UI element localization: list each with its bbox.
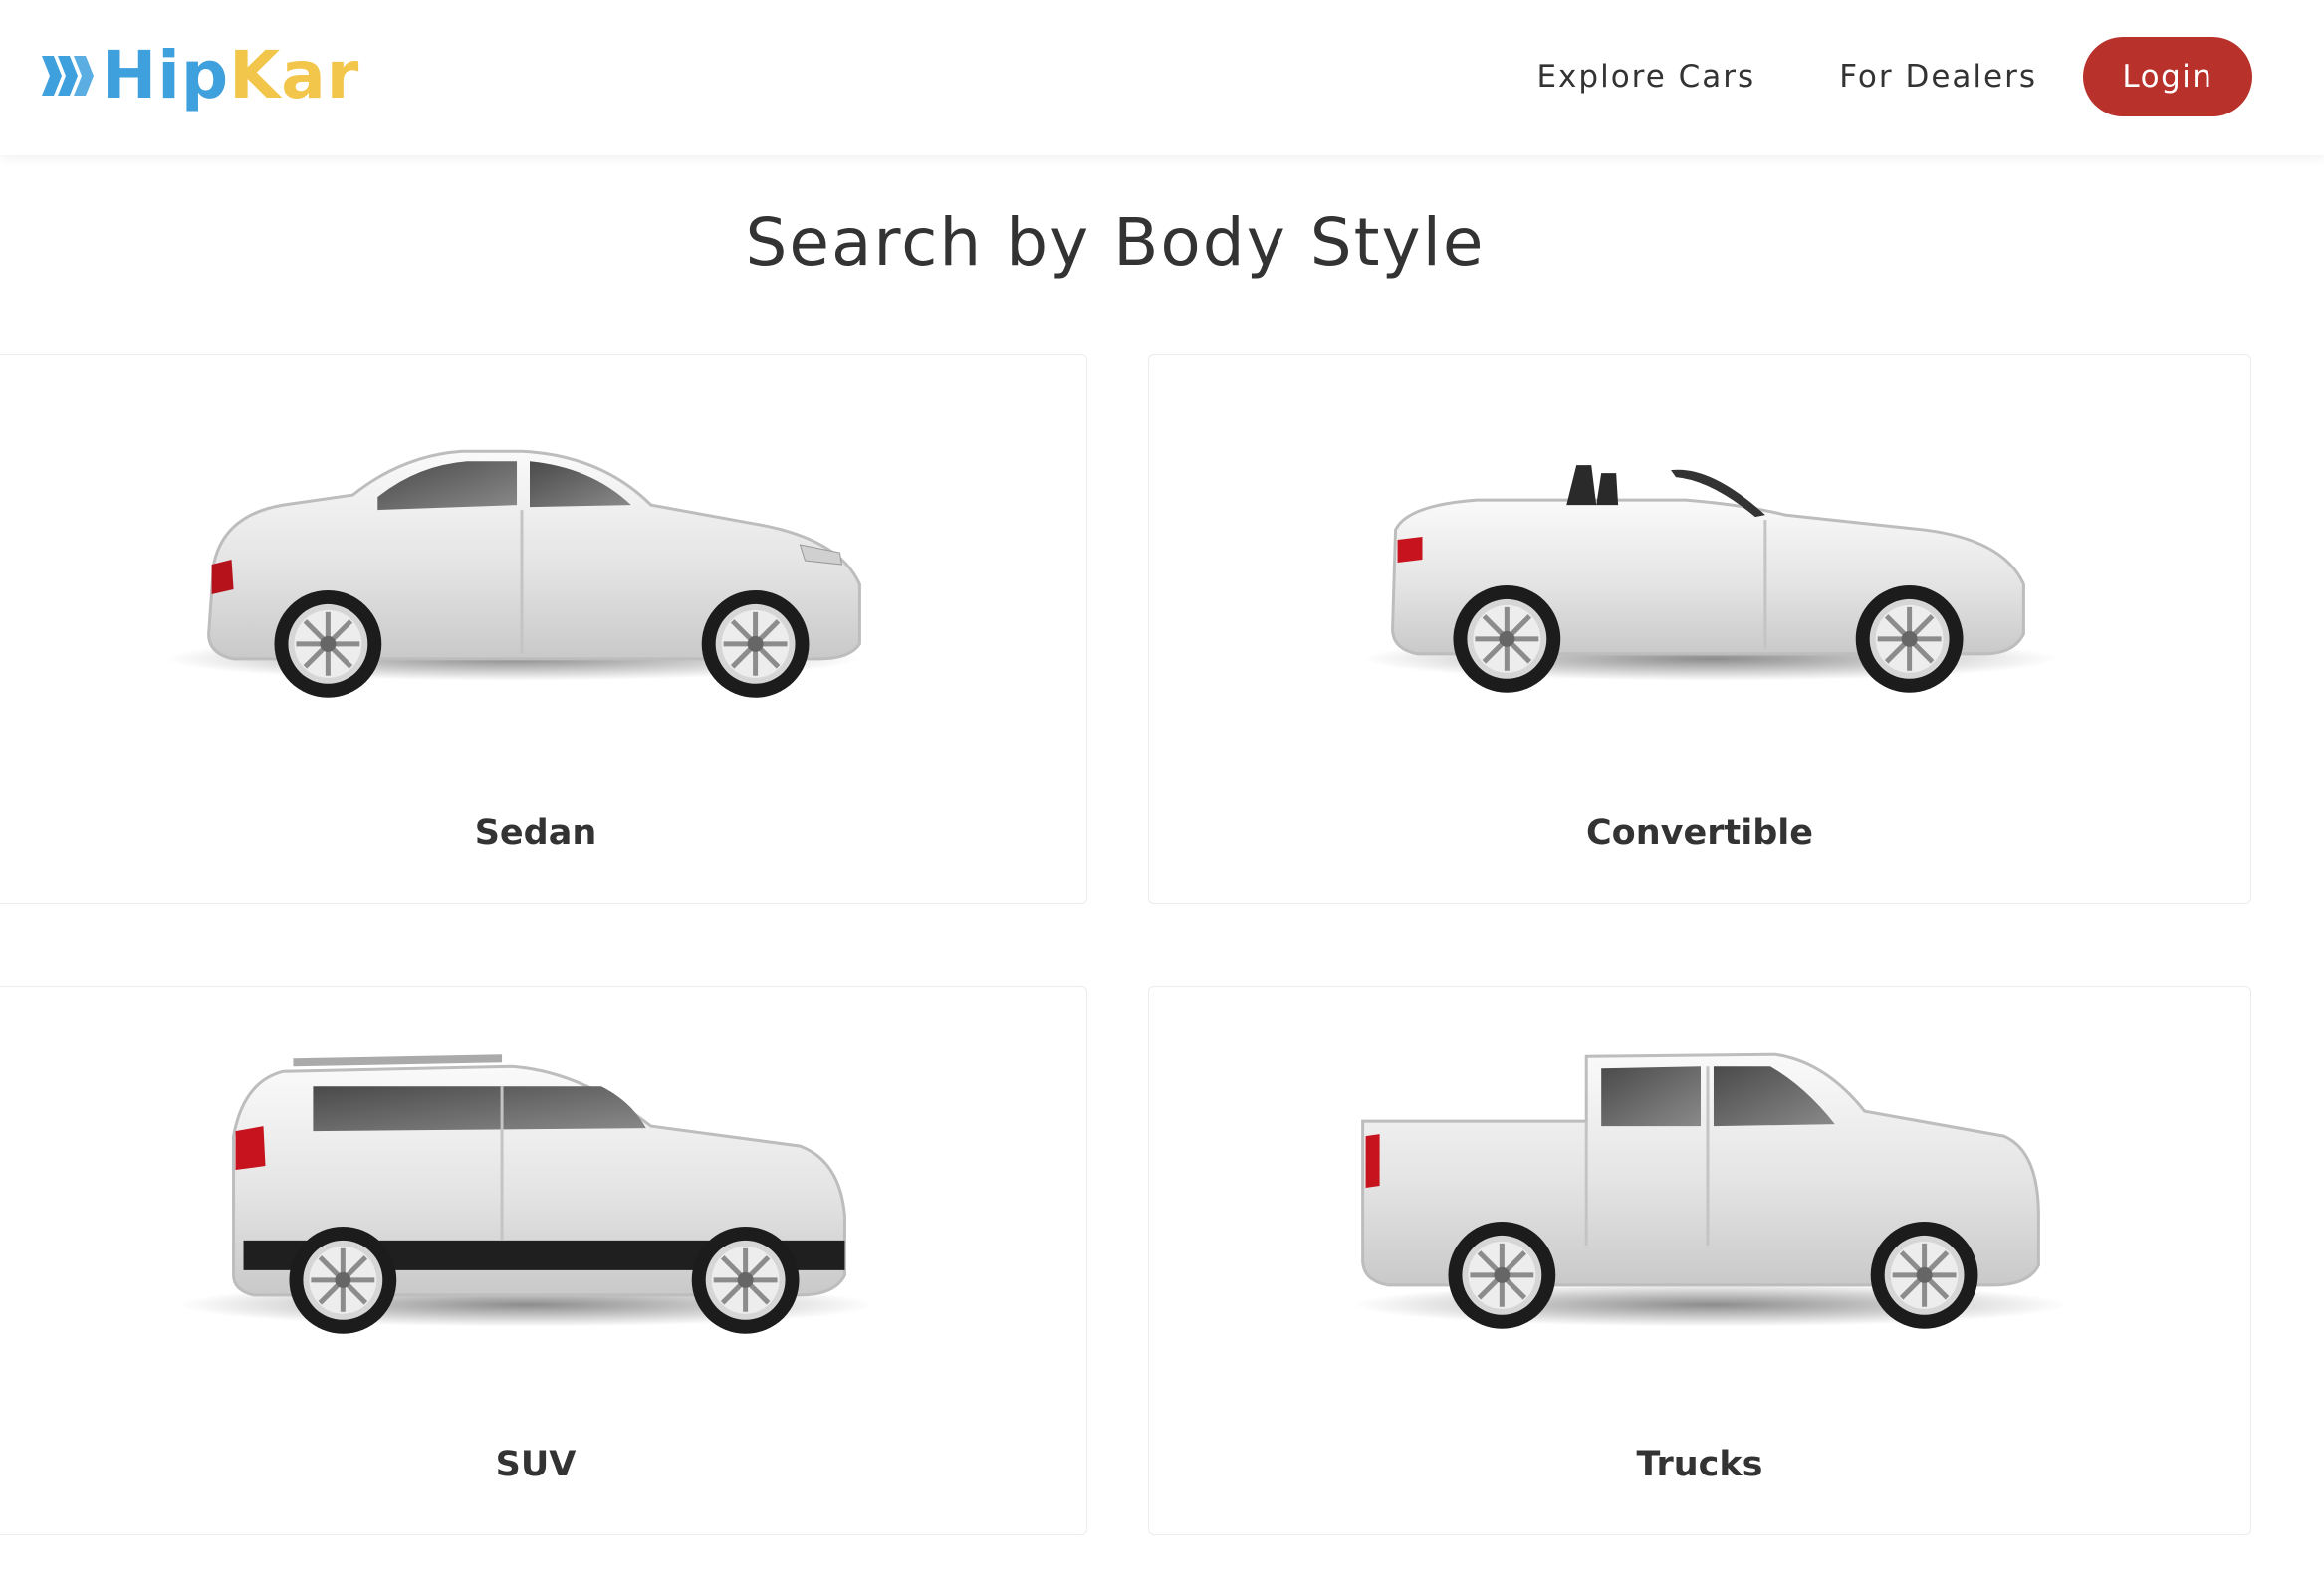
pickup-truck-image xyxy=(1352,1052,2069,1405)
body-style-card-sedan[interactable]: Sedan xyxy=(0,354,1087,904)
logo-wordmark: HipKar xyxy=(102,43,359,109)
body-style-label: Trucks xyxy=(1636,1445,1763,1484)
sedan-car-image xyxy=(163,449,861,774)
body-style-card-suv[interactable]: SUV xyxy=(0,986,1087,1535)
login-button[interactable]: Login xyxy=(2083,37,2252,116)
body-style-card-convertible[interactable]: Convertible xyxy=(1148,354,2251,904)
hipkar-chevrons-logo-icon xyxy=(42,56,94,96)
main-nav: Explore Cars For Dealers Login xyxy=(1536,37,2252,116)
logo-text-kar: Kar xyxy=(229,37,360,113)
site-header: HipKar Explore Cars For Dealers Login xyxy=(0,0,2324,155)
body-style-card-trucks[interactable]: Trucks xyxy=(1148,986,2251,1535)
page-title: Search by Body Style xyxy=(745,204,1486,281)
suv-car-image xyxy=(178,1054,875,1405)
nav-for-dealers[interactable]: For Dealers xyxy=(1839,59,2037,95)
nav-explore-cars[interactable]: Explore Cars xyxy=(1536,59,1755,95)
hipkar-logo[interactable]: HipKar xyxy=(38,36,359,115)
logo-text-hip: Hip xyxy=(102,37,230,113)
body-style-label: Convertible xyxy=(1586,813,1813,853)
convertible-car-image xyxy=(1362,465,2059,774)
body-style-label: Sedan xyxy=(474,813,597,853)
body-style-label: SUV xyxy=(495,1445,577,1484)
